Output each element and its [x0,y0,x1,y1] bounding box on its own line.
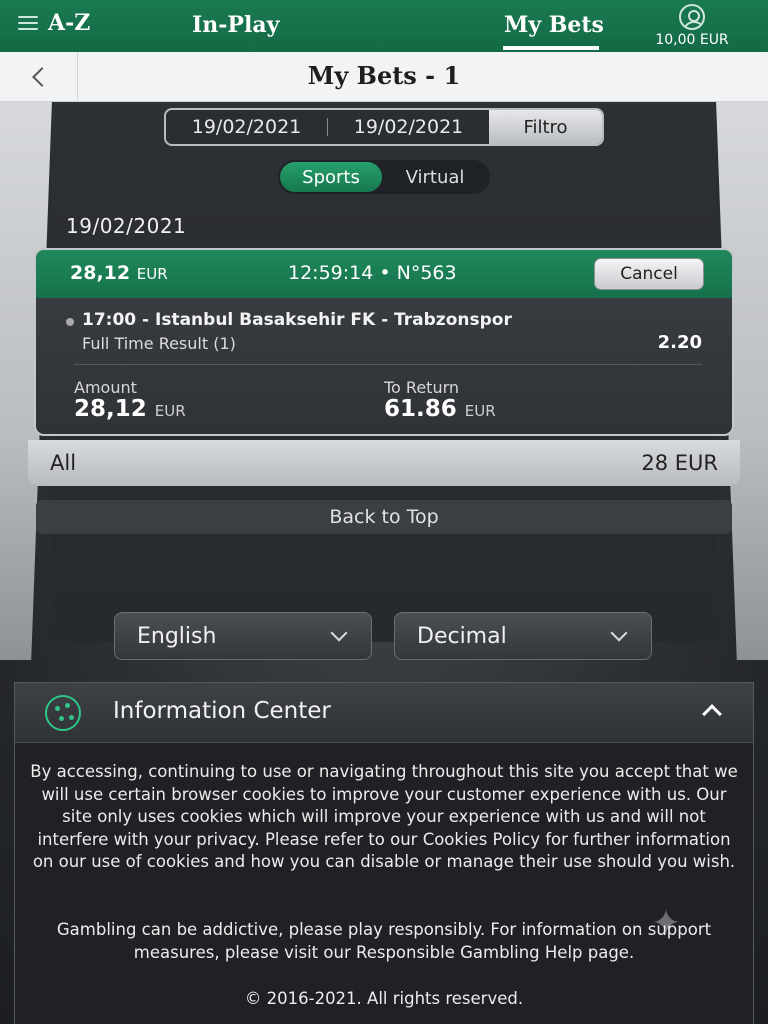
return-number: 61.86 [384,396,457,422]
all-totals-row: All 28 EUR [28,440,740,486]
return-currency: EUR [464,402,496,420]
language-select[interactable]: English [114,612,372,660]
sparkle-icon: ✦ [650,903,682,944]
page-title: My Bets - 1 [307,61,461,90]
return-value: 61.86 EUR [384,396,496,422]
selection-event: 17:00 - Istanbul Basaksehir FK - Trabzon… [82,310,512,330]
cookie-icon [45,695,81,731]
filter-button[interactable]: Filtro [489,110,602,144]
return-label: To Return [384,378,460,397]
gambling-notice: Gambling can be addictive, please play r… [56,920,712,962]
selection-odds: 2.20 [657,332,702,353]
sports-virtual-toggle: Sports Virtual [278,160,490,194]
bet-card: 28,12 EUR 12:59:14 • N°563 Cancel 17:00 … [34,248,734,436]
amount-currency: EUR [154,402,186,420]
information-center-header[interactable]: Information Center [15,683,753,743]
back-to-top-button[interactable]: Back to Top [36,500,732,534]
bet-card-header: 28,12 EUR 12:59:14 • N°563 Cancel [36,250,732,298]
amount-number: 28,12 [74,396,147,422]
date-from-field[interactable]: 19/02/2021 [166,110,327,144]
date-filter: 19/02/2021 19/02/2021 Filtro [164,108,604,146]
bet-stake-currency: EUR [136,265,168,283]
tab-sports[interactable]: Sports [280,162,382,192]
active-tab-indicator [503,46,599,50]
odds-format-value: Decimal [417,623,507,649]
selection-market: Full Time Result (1) [82,334,236,353]
all-label: All [50,451,77,475]
bet-stake: 28,12 EUR [70,262,168,284]
page-header: My Bets - 1 [0,52,768,102]
chevron-down-icon [330,624,348,642]
language-value: English [137,623,217,649]
nav-az-button[interactable]: A-Z [18,10,90,36]
cookies-notice: By accessing, continuing to use or navig… [30,762,738,871]
nav-az-label: A-Z [48,10,91,36]
odds-format-select[interactable]: Decimal [394,612,652,660]
amount-value: 28,12 EUR [74,396,186,422]
account-button[interactable]: 10,00 EUR [650,4,734,48]
bet-divider [74,364,702,365]
top-navigation: A-Z In-Play My Bets 10,00 EUR [0,0,768,52]
nav-mybets-tab[interactable]: My Bets [504,12,604,38]
bets-date-heading: 19/02/2021 [66,214,187,238]
user-icon [679,4,705,30]
amount-label: Amount [74,378,137,397]
all-total: 28 EUR [641,451,718,475]
copyright: © 2016-2021. All rights reserved. [244,989,524,1008]
menu-icon[interactable] [18,16,38,30]
bet-time-reference: 12:59:14 • N°563 [288,262,457,284]
tab-virtual[interactable]: Virtual [382,167,488,188]
bet-stake-value: 28,12 [70,262,131,284]
cancel-bet-button[interactable]: Cancel [594,258,704,290]
selection-bullet [66,318,74,326]
balance-label: 10,00 EUR [655,32,729,48]
information-center: Information Center By accessing, continu… [14,682,754,1024]
chevron-down-icon [610,624,628,642]
information-center-title: Information Center [113,698,331,724]
chevron-up-icon[interactable] [702,704,722,724]
nav-inplay-tab[interactable]: In-Play [192,12,279,38]
date-to-field[interactable]: 19/02/2021 [328,110,489,144]
